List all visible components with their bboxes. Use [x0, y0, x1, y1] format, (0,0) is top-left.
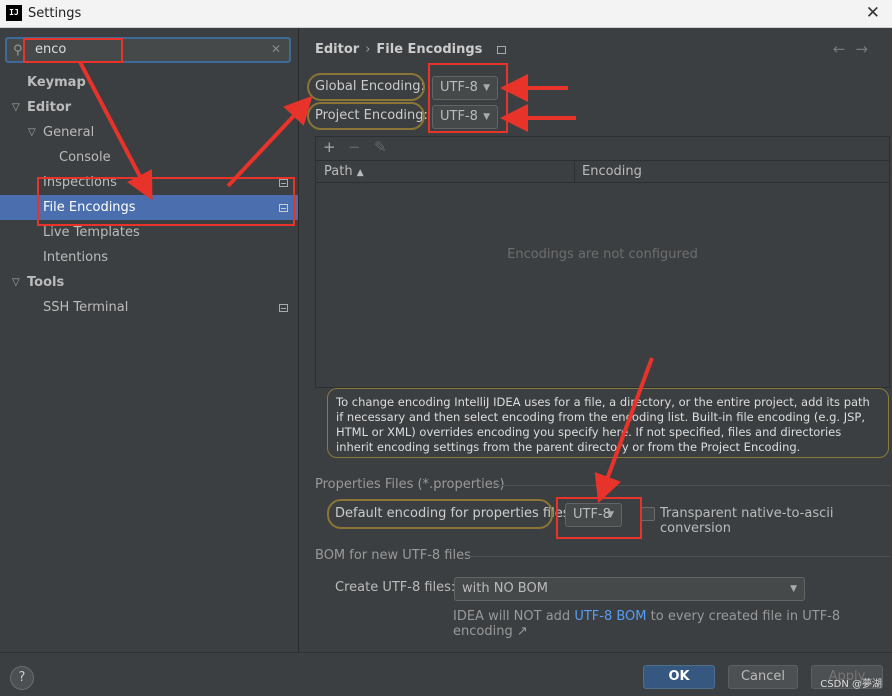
encoding-info-tooltip: To change encoding IntelliJ IDEA uses fo…: [327, 388, 889, 458]
highlight-project-encoding: [307, 102, 425, 130]
bom-value: with NO BOM: [462, 581, 548, 596]
dialog-button-bar: ? OK Cancel Apply CSDN @夢湖: [0, 652, 892, 696]
tree-item-label: Tools: [27, 275, 65, 290]
table-header: Path ▲ Encoding: [316, 161, 889, 183]
tree-item-label: General: [43, 125, 95, 140]
tree-item-intentions[interactable]: Intentions: [0, 245, 298, 270]
tree-item-editor[interactable]: ▽ Editor: [0, 95, 298, 120]
settings-sidebar: ⚲ enco ✕ Keymap ▽ Editor ▽ General Conso…: [0, 28, 299, 652]
tree-item-ssh-terminal[interactable]: SSH Terminal: [0, 295, 298, 320]
clear-search-icon[interactable]: ✕: [271, 42, 281, 56]
chevron-down-icon[interactable]: ▽: [12, 95, 20, 120]
close-icon[interactable]: ✕: [866, 3, 880, 23]
back-arrow-icon[interactable]: ←: [833, 40, 856, 58]
intellij-logo-icon: IJ: [6, 5, 22, 21]
add-icon[interactable]: +: [323, 138, 336, 156]
breadcrumb-current: File Encodings: [376, 42, 483, 57]
path-toolbar: + − ✎: [315, 136, 890, 160]
chevron-down-icon[interactable]: ▽: [28, 120, 36, 145]
tree-item-console[interactable]: Console: [0, 145, 298, 170]
empty-table-text: Encodings are not configured: [507, 247, 698, 262]
watermark: CSDN @夢湖: [820, 679, 882, 690]
forward-arrow-icon[interactable]: →: [855, 40, 878, 58]
annotation-box-encodings: [428, 63, 508, 133]
search-icon: ⚲: [13, 43, 23, 58]
tree-item-label: Console: [59, 150, 111, 165]
bom-hint: IDEA will NOT add UTF-8 BOM to every cre…: [453, 609, 841, 639]
tree-item-label: Keymap: [27, 75, 86, 90]
tree-item-label: Intentions: [43, 250, 109, 265]
help-button[interactable]: ?: [10, 666, 34, 690]
highlight-global-encoding: [307, 73, 425, 101]
breadcrumb-separator: ›: [365, 42, 371, 57]
edit-icon[interactable]: ✎: [374, 138, 387, 156]
annotation-box-search: [23, 38, 123, 63]
properties-section-title: Properties Files (*.properties): [315, 477, 505, 492]
tree-item-general[interactable]: ▽ General: [0, 120, 298, 145]
breadcrumb: Editor › File Encodings: [315, 42, 506, 57]
highlight-properties-encoding: [327, 499, 553, 529]
transparent-conversion-label: Transparent native-to-ascii conversion: [660, 506, 834, 536]
project-scope-icon: [279, 304, 288, 312]
transparent-conversion-checkbox[interactable]: [641, 507, 655, 521]
dropdown-arrow-icon: ▼: [790, 584, 797, 594]
window-title: Settings: [28, 6, 82, 21]
tree-item-label: SSH Terminal: [43, 300, 129, 315]
remove-icon[interactable]: −: [348, 138, 361, 156]
section-divider: [468, 556, 890, 557]
sort-ascending-icon: ▲: [356, 168, 364, 178]
tree-item-tools[interactable]: ▽ Tools: [0, 270, 298, 295]
breadcrumb-parent[interactable]: Editor: [315, 42, 359, 57]
ok-button[interactable]: OK: [643, 665, 715, 689]
project-scope-icon: [496, 45, 506, 54]
utf8-bom-link[interactable]: UTF-8 BOM: [574, 609, 646, 624]
annotation-box-tree: [37, 177, 295, 226]
cancel-button[interactable]: Cancel: [728, 665, 798, 689]
column-divider: [574, 161, 575, 183]
tree-item-label: Editor: [27, 100, 72, 115]
bom-dropdown[interactable]: with NO BOM ▼: [454, 577, 805, 601]
tree-item-keymap[interactable]: Keymap: [0, 70, 298, 95]
title-bar: IJ Settings ✕: [0, 0, 892, 28]
navigation-arrows: ←→: [833, 40, 878, 58]
column-header-encoding[interactable]: Encoding: [582, 164, 642, 179]
annotation-box-properties: [556, 497, 642, 539]
create-utf8-label: Create UTF-8 files:: [335, 580, 456, 595]
chevron-down-icon[interactable]: ▽: [12, 270, 20, 295]
bom-section-title: BOM for new UTF-8 files: [315, 548, 471, 563]
encodings-table: Path ▲ Encoding Encodings are not config…: [315, 160, 890, 388]
column-header-path[interactable]: Path ▲: [324, 164, 364, 179]
section-divider: [492, 485, 890, 486]
